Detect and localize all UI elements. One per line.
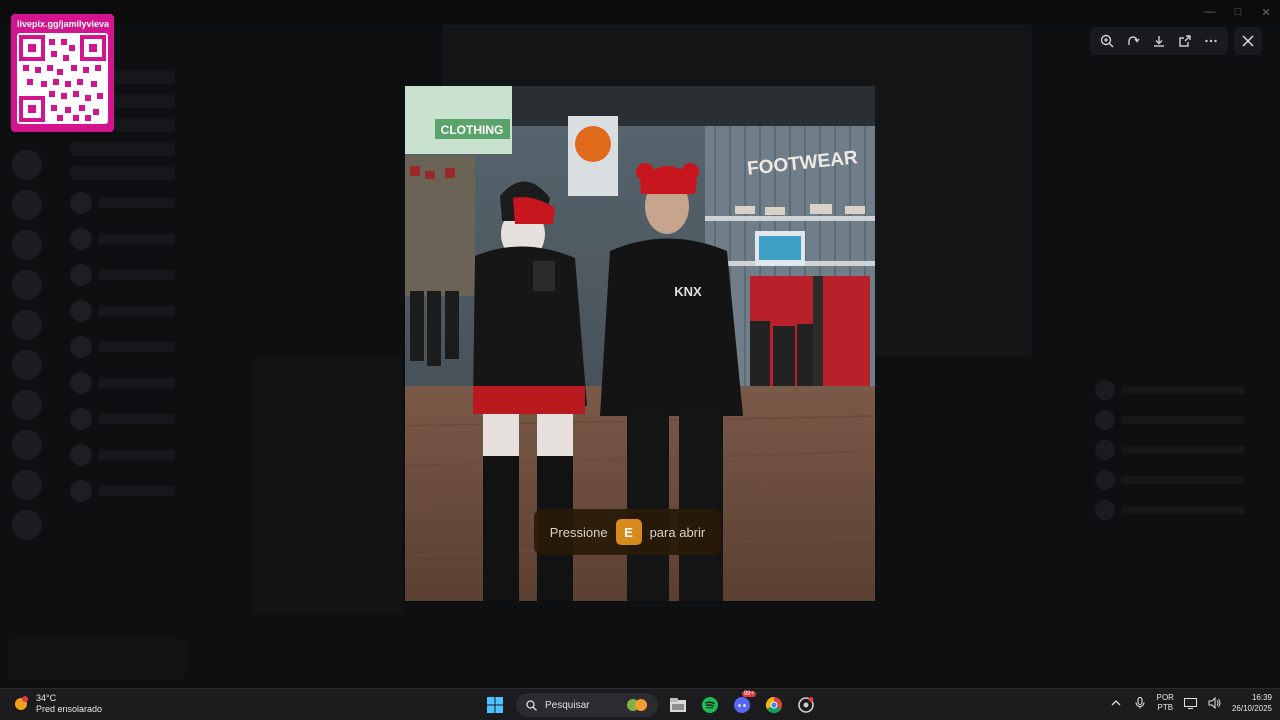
qr-code [17, 33, 108, 124]
server-icon[interactable] [12, 430, 42, 460]
user-panel [8, 638, 186, 680]
dm-row[interactable] [70, 478, 175, 504]
keyboard-layout: PTB [1157, 703, 1174, 712]
file-explorer-icon[interactable] [666, 693, 690, 717]
server-icon[interactable] [12, 150, 42, 180]
open-external-icon[interactable] [1173, 29, 1197, 53]
server-icon[interactable] [12, 510, 42, 540]
dm-row[interactable] [70, 262, 175, 288]
clothing-sign: CLOTHING [441, 123, 504, 137]
dm-row[interactable] [70, 406, 175, 432]
system-tray: POR PTB 16:39 26/10/2025 [1109, 692, 1272, 714]
microphone-icon[interactable] [1133, 696, 1147, 710]
sun-icon [15, 696, 28, 710]
donation-qr-card: livepix.gg/jamilyvieva [11, 14, 114, 132]
background-video-tile [253, 358, 403, 613]
dm-row[interactable] [70, 190, 175, 216]
prompt-key: E [615, 519, 642, 545]
prompt-text-after: para abrir [649, 524, 706, 540]
search-highlight-icon [626, 698, 648, 712]
server-icon[interactable] [12, 470, 42, 500]
qr-url: livepix.gg/jamilyvieva [17, 19, 110, 29]
window-close-icon[interactable]: ✕ [1252, 2, 1280, 22]
member-list [1095, 370, 1245, 550]
network-icon[interactable] [1184, 696, 1198, 710]
server-icon[interactable] [12, 270, 42, 300]
dm-row[interactable] [70, 370, 175, 396]
minimize-icon[interactable]: — [1196, 2, 1224, 22]
more-icon[interactable] [1199, 29, 1223, 53]
taskbar-search[interactable]: Pesquisar [516, 693, 658, 717]
game-launcher-icon[interactable] [794, 693, 818, 717]
start-button[interactable] [482, 692, 508, 718]
viewer-toolbar [1090, 27, 1228, 55]
close-icon [1242, 35, 1254, 47]
zoom-in-icon[interactable] [1095, 29, 1119, 53]
dm-row[interactable] [70, 334, 175, 360]
chrome-icon[interactable] [762, 693, 786, 717]
jacket-logo: KNX [674, 284, 702, 299]
channel-row[interactable] [70, 166, 175, 180]
server-rail [12, 150, 46, 570]
dm-row[interactable] [70, 442, 175, 468]
weather-desc: Pred ensolarado [36, 704, 103, 714]
chevron-up-icon[interactable] [1109, 696, 1123, 710]
discord-icon[interactable]: 99+ [730, 691, 756, 717]
maximize-icon[interactable]: □ [1224, 2, 1252, 22]
taskbar: 34°C Pred ensolarado Pesquisar 99+ POR P… [0, 688, 1280, 720]
taskbar-center: Pesquisar 99+ [482, 691, 818, 718]
clock[interactable]: 16:39 26/10/2025 [1232, 692, 1272, 714]
channel-list [60, 60, 185, 620]
spotify-icon[interactable] [698, 693, 722, 717]
channel-row[interactable] [70, 142, 175, 156]
search-placeholder: Pesquisar [545, 699, 590, 711]
prompt-text-before: Pressione [549, 524, 608, 540]
discord-badge: 99+ [741, 691, 756, 697]
close-viewer-button[interactable] [1234, 27, 1262, 55]
server-icon[interactable] [12, 190, 42, 220]
rotate-icon[interactable] [1121, 29, 1145, 53]
weather-widget[interactable]: 34°C Pred ensolarado [12, 693, 102, 715]
volume-icon[interactable] [1208, 696, 1222, 710]
download-icon[interactable] [1147, 29, 1171, 53]
server-icon[interactable] [12, 230, 42, 260]
language-code: POR [1156, 693, 1174, 702]
interaction-prompt: Pressione E para abrir [534, 509, 721, 555]
language-indicator[interactable]: POR PTB [1157, 693, 1174, 713]
server-icon[interactable] [12, 350, 42, 380]
windows-icon [487, 697, 503, 713]
clock-date: 26/10/2025 [1231, 704, 1272, 713]
background-titlebar [0, 0, 1280, 24]
window-controls: — □ ✕ [1196, 2, 1280, 22]
clock-time: 16:39 [1251, 693, 1272, 702]
search-icon [526, 699, 537, 711]
dm-row[interactable] [70, 226, 175, 252]
dm-row[interactable] [70, 298, 175, 324]
server-icon[interactable] [12, 310, 42, 340]
weather-temp: 34°C [36, 693, 57, 703]
server-icon[interactable] [12, 390, 42, 420]
